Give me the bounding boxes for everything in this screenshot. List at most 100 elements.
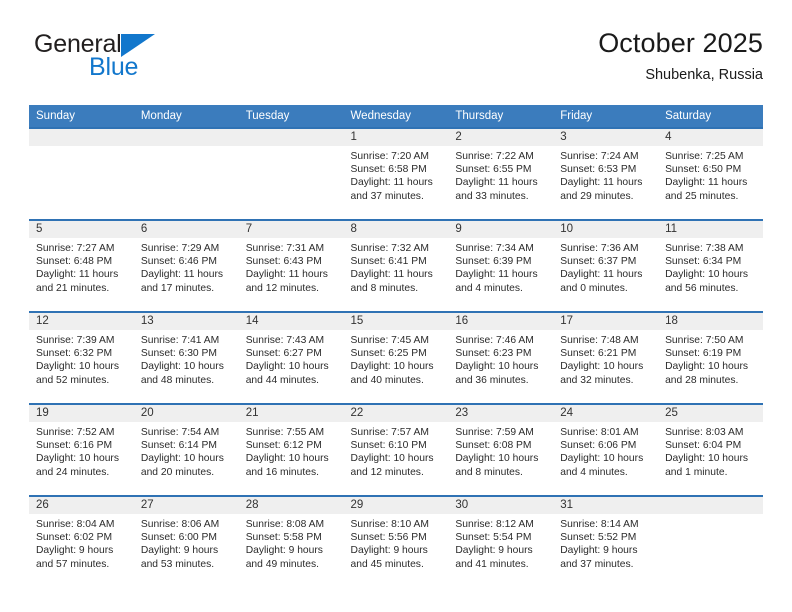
day-info-line: Sunset: 6:02 PM — [36, 532, 113, 544]
day-info-line: and 37 minutes. — [350, 190, 424, 202]
day-info-line: Sunrise: 8:14 AM — [560, 519, 639, 530]
day-number: 12 — [29, 313, 134, 330]
day-info-line: Sunset: 6:04 PM — [665, 440, 742, 452]
calendar-empty-cell — [29, 128, 134, 220]
day-sun-info: Sunrise: 7:34 AM Sunset: 6:39 PM Daylight:… — [448, 238, 553, 295]
calendar-day-cell[interactable]: 18 Sunrise: 7:50 AM Sunset: 6:19 PM Dayligh… — [658, 312, 763, 404]
day-info-line: and 36 minutes. — [455, 374, 529, 386]
calendar-day-cell[interactable]: 15 Sunrise: 7:45 AM Sunset: 6:25 PM Dayligh… — [343, 312, 449, 404]
calendar-day-cell[interactable]: 19 Sunrise: 7:52 AM Sunset: 6:16 PM Dayligh… — [29, 404, 134, 496]
calendar-day-cell[interactable]: 7 Sunrise: 7:31 AM Sunset: 6:43 PM Daylight… — [238, 220, 344, 312]
calendar-week-row: 19 Sunrise: 7:52 AM Sunset: 6:16 PM Dayligh… — [29, 404, 763, 496]
day-number: 4 — [658, 129, 763, 146]
calendar-day-cell[interactable]: 27 Sunrise: 8:06 AM Sunset: 6:00 PM Dayligh… — [133, 496, 239, 587]
day-cell-content — [133, 129, 239, 219]
day-sun-info: Sunrise: 8:03 AM Sunset: 6:04 PM Daylight:… — [658, 422, 763, 479]
day-info-line: Sunrise: 8:10 AM — [350, 519, 429, 530]
day-number: 17 — [553, 313, 659, 330]
day-info-line: Sunset: 5:52 PM — [560, 532, 637, 544]
day-info-line: Daylight: 10 hours — [455, 361, 539, 373]
day-info-line: Sunset: 6:50 PM — [665, 164, 742, 176]
calendar-day-cell[interactable]: 26 Sunrise: 8:04 AM Sunset: 6:02 PM Dayligh… — [29, 496, 134, 587]
calendar-day-cell[interactable]: 29 Sunrise: 8:10 AM Sunset: 5:56 PM Dayligh… — [343, 496, 449, 587]
day-info-line: Sunset: 6:10 PM — [350, 440, 427, 452]
day-info-line: Daylight: 9 hours — [560, 545, 638, 557]
calendar-day-cell[interactable]: 16 Sunrise: 7:46 AM Sunset: 6:23 PM Dayligh… — [448, 312, 554, 404]
calendar-day-cell[interactable]: 28 Sunrise: 8:08 AM Sunset: 5:58 PM Dayligh… — [238, 496, 344, 587]
day-info-line: Sunrise: 7:45 AM — [350, 335, 429, 346]
calendar-day-cell[interactable]: 20 Sunrise: 7:54 AM Sunset: 6:14 PM Dayligh… — [133, 404, 239, 496]
general-blue-logo[interactable]: General Blue — [29, 32, 259, 94]
calendar-day-cell[interactable]: 6 Sunrise: 7:29 AM Sunset: 6:46 PM Daylight… — [133, 220, 239, 312]
day-cell-content: 9 Sunrise: 7:34 AM Sunset: 6:39 PM Daylight… — [448, 221, 554, 311]
day-number: 24 — [553, 405, 659, 422]
calendar-day-cell[interactable]: 1 Sunrise: 7:20 AM Sunset: 6:58 PM Daylight… — [343, 128, 449, 220]
day-cell-content: 7 Sunrise: 7:31 AM Sunset: 6:43 PM Daylight… — [238, 221, 344, 311]
day-info-line: and 4 minutes. — [455, 282, 523, 294]
calendar-day-cell[interactable]: 5 Sunrise: 7:27 AM Sunset: 6:48 PM Daylight… — [29, 220, 134, 312]
day-info-line: Sunrise: 8:03 AM — [665, 427, 744, 438]
calendar-day-cell[interactable]: 11 Sunrise: 7:38 AM Sunset: 6:34 PM Dayligh… — [658, 220, 763, 312]
day-cell-content: 20 Sunrise: 7:54 AM Sunset: 6:14 PM Dayligh… — [133, 405, 239, 495]
day-info-line: Sunrise: 7:31 AM — [245, 243, 325, 254]
weekday-header-monday: Monday — [133, 105, 239, 128]
day-info-line: Daylight: 11 hours — [350, 269, 433, 281]
calendar-day-cell[interactable]: 10 Sunrise: 7:36 AM Sunset: 6:37 PM Dayligh… — [553, 220, 659, 312]
day-cell-content: 23 Sunrise: 7:59 AM Sunset: 6:08 PM Dayligh… — [448, 405, 554, 495]
calendar-day-cell[interactable]: 8 Sunrise: 7:32 AM Sunset: 6:41 PM Daylight… — [343, 220, 449, 312]
page-header: General Blue October 2025 Shubenka, Russ… — [29, 28, 763, 98]
day-sun-info: Sunrise: 7:27 AM Sunset: 6:48 PM Daylight:… — [29, 238, 134, 295]
weekday-header-sunday: Sunday — [29, 105, 134, 128]
day-info-line: and 0 minutes. — [560, 282, 628, 294]
calendar-day-cell[interactable]: 3 Sunrise: 7:24 AM Sunset: 6:53 PM Daylight… — [553, 128, 659, 220]
calendar-day-cell[interactable]: 14 Sunrise: 7:43 AM Sunset: 6:27 PM Dayligh… — [238, 312, 344, 404]
day-info-line: Daylight: 10 hours — [665, 361, 749, 373]
day-info-line: Sunset: 6:58 PM — [350, 164, 427, 176]
day-info-line: and 32 minutes. — [560, 374, 634, 386]
day-info-line: Sunrise: 7:34 AM — [455, 243, 534, 254]
day-cell-content: 21 Sunrise: 7:55 AM Sunset: 6:12 PM Dayligh… — [238, 405, 344, 495]
logo-text-blue: Blue — [89, 53, 139, 81]
calendar-day-cell[interactable]: 2 Sunrise: 7:22 AM Sunset: 6:55 PM Daylight… — [448, 128, 554, 220]
day-cell-content: 19 Sunrise: 7:52 AM Sunset: 6:16 PM Dayligh… — [29, 405, 134, 495]
day-info-line: Daylight: 9 hours — [140, 545, 219, 557]
calendar-header-row: Sunday Monday Tuesday Wednesday Thursday Frid… — [29, 105, 763, 128]
day-cell-content: 24 Sunrise: 8:01 AM Sunset: 6:06 PM Dayligh… — [553, 405, 659, 495]
calendar-day-cell[interactable]: 12 Sunrise: 7:39 AM Sunset: 6:32 PM Dayligh… — [29, 312, 134, 404]
calendar-day-cell[interactable]: 30 Sunrise: 8:12 AM Sunset: 5:54 PM Dayligh… — [448, 496, 554, 587]
day-info-line: Sunrise: 7:46 AM — [455, 335, 534, 346]
day-sun-info: Sunrise: 7:39 AM Sunset: 6:32 PM Daylight:… — [29, 330, 134, 387]
day-info-line: and 8 minutes. — [455, 466, 523, 478]
day-info-line: and 21 minutes. — [36, 282, 110, 294]
day-info-line: Sunrise: 7:52 AM — [36, 427, 115, 438]
calendar-day-cell[interactable]: 23 Sunrise: 7:59 AM Sunset: 6:08 PM Dayligh… — [448, 404, 554, 496]
day-number: 6 — [133, 221, 239, 238]
day-info-line: Sunset: 6:14 PM — [140, 440, 217, 452]
day-cell-content: 17 Sunrise: 7:48 AM Sunset: 6:21 PM Dayligh… — [553, 313, 659, 403]
day-info-line: Sunset: 6:34 PM — [665, 256, 742, 268]
day-number — [133, 129, 239, 146]
day-cell-content: 2 Sunrise: 7:22 AM Sunset: 6:55 PM Daylight… — [448, 129, 554, 219]
day-number: 5 — [29, 221, 134, 238]
day-number — [238, 129, 344, 146]
calendar-day-cell[interactable]: 25 Sunrise: 8:03 AM Sunset: 6:04 PM Dayligh… — [658, 404, 763, 496]
day-sun-info: Sunrise: 7:31 AM Sunset: 6:43 PM Daylight:… — [239, 238, 344, 295]
day-info-line: and 17 minutes. — [140, 282, 215, 294]
calendar-day-cell[interactable]: 31 Sunrise: 8:14 AM Sunset: 5:52 PM Dayligh… — [553, 496, 659, 587]
calendar-day-cell[interactable]: 4 Sunrise: 7:25 AM Sunset: 6:50 PM Daylight… — [658, 128, 763, 220]
day-sun-info: Sunrise: 8:10 AM Sunset: 5:56 PM Daylight:… — [344, 514, 449, 571]
calendar-day-cell[interactable]: 9 Sunrise: 7:34 AM Sunset: 6:39 PM Daylight… — [448, 220, 554, 312]
calendar-empty-cell — [133, 128, 239, 220]
day-info-line: Sunrise: 8:08 AM — [245, 519, 325, 530]
day-info-line: Daylight: 10 hours — [245, 361, 329, 373]
day-cell-content: 14 Sunrise: 7:43 AM Sunset: 6:27 PM Dayligh… — [238, 313, 344, 403]
day-number: 15 — [343, 313, 449, 330]
calendar-day-cell[interactable]: 21 Sunrise: 7:55 AM Sunset: 6:12 PM Dayligh… — [238, 404, 344, 496]
day-info-line: Sunrise: 7:32 AM — [350, 243, 429, 254]
calendar-day-cell[interactable]: 13 Sunrise: 7:41 AM Sunset: 6:30 PM Dayligh… — [133, 312, 239, 404]
calendar-day-cell[interactable]: 22 Sunrise: 7:57 AM Sunset: 6:10 PM Dayligh… — [343, 404, 449, 496]
day-info-line: and 12 minutes. — [245, 282, 319, 294]
calendar-day-cell[interactable]: 24 Sunrise: 8:01 AM Sunset: 6:06 PM Dayligh… — [553, 404, 659, 496]
day-sun-info: Sunrise: 8:04 AM Sunset: 6:02 PM Daylight:… — [29, 514, 134, 571]
calendar-day-cell[interactable]: 17 Sunrise: 7:48 AM Sunset: 6:21 PM Dayligh… — [553, 312, 659, 404]
